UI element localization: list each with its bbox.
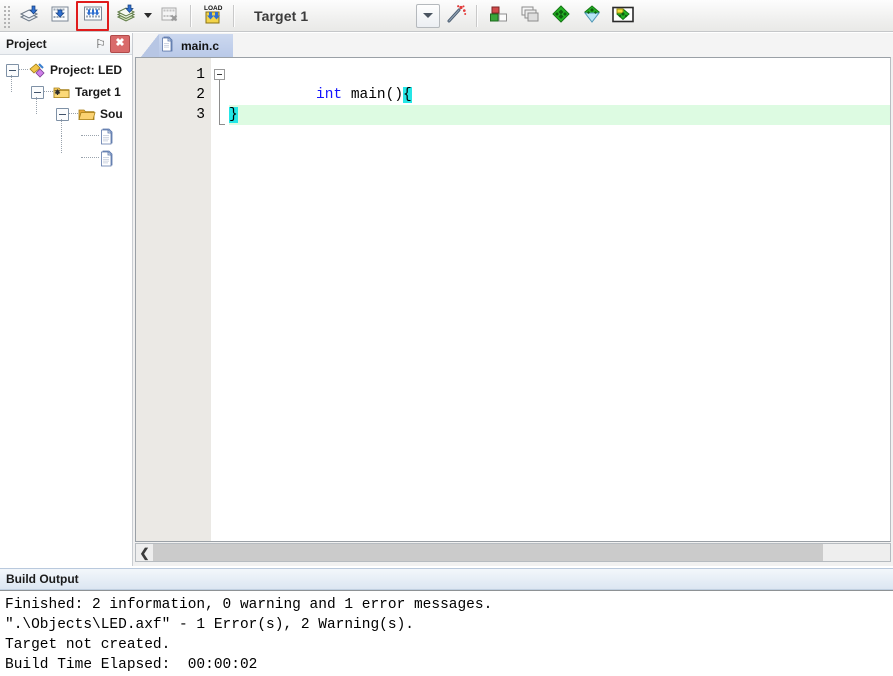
toolbar-grip[interactable] xyxy=(2,3,11,28)
download-icon: LOAD xyxy=(201,3,225,28)
pack-installer-button[interactable] xyxy=(546,2,575,30)
code-line-1: int main(){ xyxy=(229,65,890,103)
tree-connector xyxy=(44,91,53,93)
tree-connector xyxy=(61,119,62,136)
multi-project-button[interactable] xyxy=(515,2,544,30)
toolbar-separator-1 xyxy=(190,4,192,27)
scroll-thumb[interactable] xyxy=(153,544,823,561)
download-button[interactable]: LOAD xyxy=(198,2,227,30)
project-panel: Project ⚐ ✖ Project: LED Target 1 Sou xyxy=(0,33,133,593)
code-editor[interactable]: 1 2 3 int main(){ } xyxy=(135,57,891,542)
close-icon[interactable]: ✖ xyxy=(110,34,130,53)
tree-item-target[interactable]: Target 1 xyxy=(0,75,132,103)
line-number: 2 xyxy=(196,87,205,103)
manage-project-items-button[interactable] xyxy=(484,2,513,30)
build-output-line: ".\Objects\LED.axf" - 1 Error(s), 2 Warn… xyxy=(5,617,414,633)
manage-rte-icon xyxy=(611,4,635,27)
toolbar-separator-2 xyxy=(233,4,235,27)
build-output-text[interactable]: Finished: 2 information, 0 warning and 1… xyxy=(0,590,893,676)
project-tree: Project: LED Target 1 Sou xyxy=(0,55,132,169)
code-folding-column[interactable] xyxy=(211,58,229,541)
chevron-down-icon[interactable] xyxy=(416,3,440,28)
batch-build-icon xyxy=(115,4,137,27)
code-text-area[interactable]: int main(){ } xyxy=(229,58,890,541)
source-group-folder-icon xyxy=(78,106,96,122)
code-token-brace-close: } xyxy=(229,107,238,123)
build-output-title: Build Output xyxy=(6,572,79,586)
editor-hscrollbar[interactable]: ❮ xyxy=(135,543,891,562)
source-file-icon xyxy=(99,150,117,167)
scroll-left-icon[interactable]: ❮ xyxy=(136,544,153,561)
rebuild-icon xyxy=(82,4,104,27)
target-select-value: Target 1 xyxy=(254,7,309,24)
target-folder-icon xyxy=(53,84,71,100)
pin-icon[interactable]: ⚐ xyxy=(92,35,109,52)
expander-icon[interactable] xyxy=(31,85,44,99)
main-toolbar: LOAD Target 1 xyxy=(0,0,893,32)
project-panel-title: Project xyxy=(6,36,47,51)
tree-item-source-file[interactable] xyxy=(0,136,132,169)
code-line-3: } xyxy=(229,105,890,125)
project-icon xyxy=(28,62,46,78)
tree-connector xyxy=(11,75,12,92)
editor-tabstrip: main.c xyxy=(133,33,893,57)
toolbar-separator-3 xyxy=(476,4,478,27)
build-button[interactable] xyxy=(45,2,74,30)
source-file-icon xyxy=(99,128,117,145)
project-panel-header: Project ⚐ ✖ xyxy=(0,33,132,55)
stop-build-icon xyxy=(159,4,181,27)
tree-connector xyxy=(81,157,99,159)
options-for-target-button[interactable] xyxy=(441,2,470,30)
tree-item-project[interactable]: Project: LED xyxy=(0,59,132,81)
fold-guide-line xyxy=(219,80,220,125)
tree-connector xyxy=(61,136,62,153)
fold-collapse-icon[interactable] xyxy=(214,69,225,80)
multi-project-icon xyxy=(519,4,541,27)
line-number: 1 xyxy=(196,67,205,83)
translate-icon xyxy=(18,4,40,27)
manage-rte-button[interactable] xyxy=(608,2,637,30)
build-output-line: Target not created. xyxy=(5,637,171,653)
keil-uvision-window: LOAD Target 1 Project ⚐ ✖ Project: LED T… xyxy=(0,0,893,676)
build-output-header: Build Output xyxy=(0,568,893,590)
tree-connector xyxy=(36,97,37,114)
tree-item-label: Sou xyxy=(100,107,123,121)
stop-build-button[interactable] xyxy=(155,2,184,30)
batch-build-button[interactable] xyxy=(111,2,140,30)
line-number-gutter: 1 2 3 xyxy=(136,58,211,541)
tree-connector xyxy=(69,113,78,115)
build-icon xyxy=(49,4,71,27)
tab-label: main.c xyxy=(181,38,220,53)
target-select[interactable]: Target 1 xyxy=(250,3,440,28)
tree-item-label: Target 1 xyxy=(75,85,121,99)
editor-area: main.c 1 2 3 int main(){} ❮ xyxy=(133,33,893,566)
batch-build-dropdown[interactable] xyxy=(141,3,154,29)
magic-wand-icon xyxy=(445,4,467,27)
expander-icon[interactable] xyxy=(56,107,69,121)
rebuild-button[interactable] xyxy=(76,0,109,31)
tab-slant xyxy=(141,34,159,57)
source-file-icon xyxy=(161,36,175,55)
select-software-packs-button[interactable] xyxy=(577,2,606,30)
tree-connector xyxy=(19,69,28,71)
build-output-line: Finished: 2 information, 0 warning and 1… xyxy=(5,597,493,613)
pack-installer-icon xyxy=(550,4,572,27)
tab-main-c[interactable]: main.c xyxy=(141,34,247,57)
tree-connector xyxy=(81,135,99,137)
tree-item-source-file[interactable] xyxy=(0,119,132,147)
software-packs-icon xyxy=(581,4,603,27)
svg-text:LOAD: LOAD xyxy=(204,5,223,12)
tree-item-source-group[interactable]: Sou xyxy=(0,97,132,125)
build-output-line: Build Time Elapsed: 00:00:02 xyxy=(5,657,258,673)
components-icon xyxy=(488,4,510,27)
fold-end-marker xyxy=(219,124,225,125)
build-output-panel: Build Output Finished: 2 information, 0 … xyxy=(0,568,893,676)
translate-button[interactable] xyxy=(14,2,43,30)
expander-icon[interactable] xyxy=(6,63,19,77)
line-number: 3 xyxy=(196,107,205,123)
tree-item-label: Project: LED xyxy=(50,63,123,77)
